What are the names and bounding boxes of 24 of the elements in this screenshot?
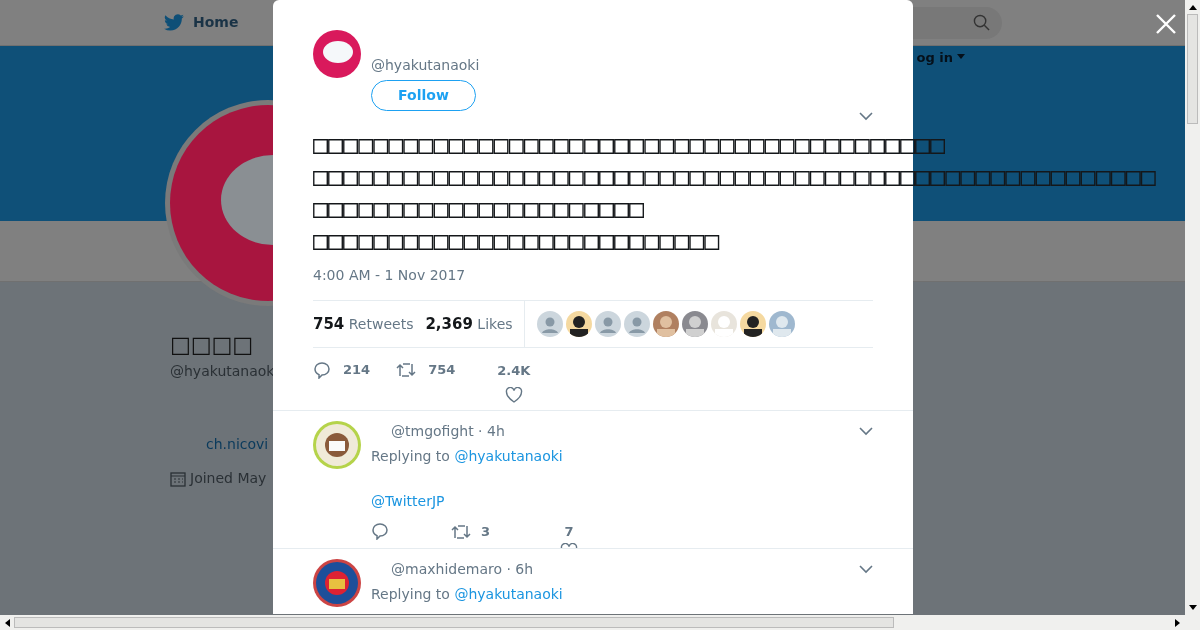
mention-link[interactable]: @hyakutanaoki: [454, 448, 563, 464]
retweet-action-count: 3: [481, 523, 491, 541]
replying-to-text: Replying to @hyakutanaoki: [371, 585, 564, 604]
like-action-count: 7: [564, 523, 574, 541]
reply-author-meta[interactable]: @tmgofight · 4h: [391, 421, 505, 442]
tweet-text-line: □□□□□□□□□□□□□□□□□□□□□□: [313, 193, 645, 225]
mention-link[interactable]: @TwitterJP: [371, 491, 873, 512]
home-link[interactable]: Home: [193, 12, 239, 33]
reply-count: 214: [343, 361, 371, 379]
reply-author-meta[interactable]: @maxhidemaro · 6h: [391, 559, 534, 580]
tweet-timestamp[interactable]: 4:00 AM - 1 Nov 2017: [313, 265, 873, 286]
retweet-action-count: 754: [428, 361, 456, 379]
profile-handle: @hyakutanaok: [170, 362, 275, 381]
profile-link[interactable]: ch.nicovi: [206, 434, 269, 455]
joined-date: Joined May: [190, 469, 267, 488]
like-count[interactable]: 2,369 Likes: [425, 312, 513, 336]
profile-name: □□□□: [170, 331, 254, 359]
login-link[interactable]: og in: [916, 48, 953, 68]
user-handle[interactable]: @hyakutanaoki: [371, 55, 480, 76]
like-action-count: 2.4K: [497, 362, 531, 380]
replying-to-text: Replying to @hyakutanaoki: [371, 447, 564, 466]
tweet-text-line: □□□□□□□□□□□□□□□□□□□□□□□□□□□: [313, 225, 720, 257]
retweet-count[interactable]: 754 Retweets: [313, 312, 414, 336]
mention-link[interactable]: @hyakutanaoki: [454, 586, 563, 602]
